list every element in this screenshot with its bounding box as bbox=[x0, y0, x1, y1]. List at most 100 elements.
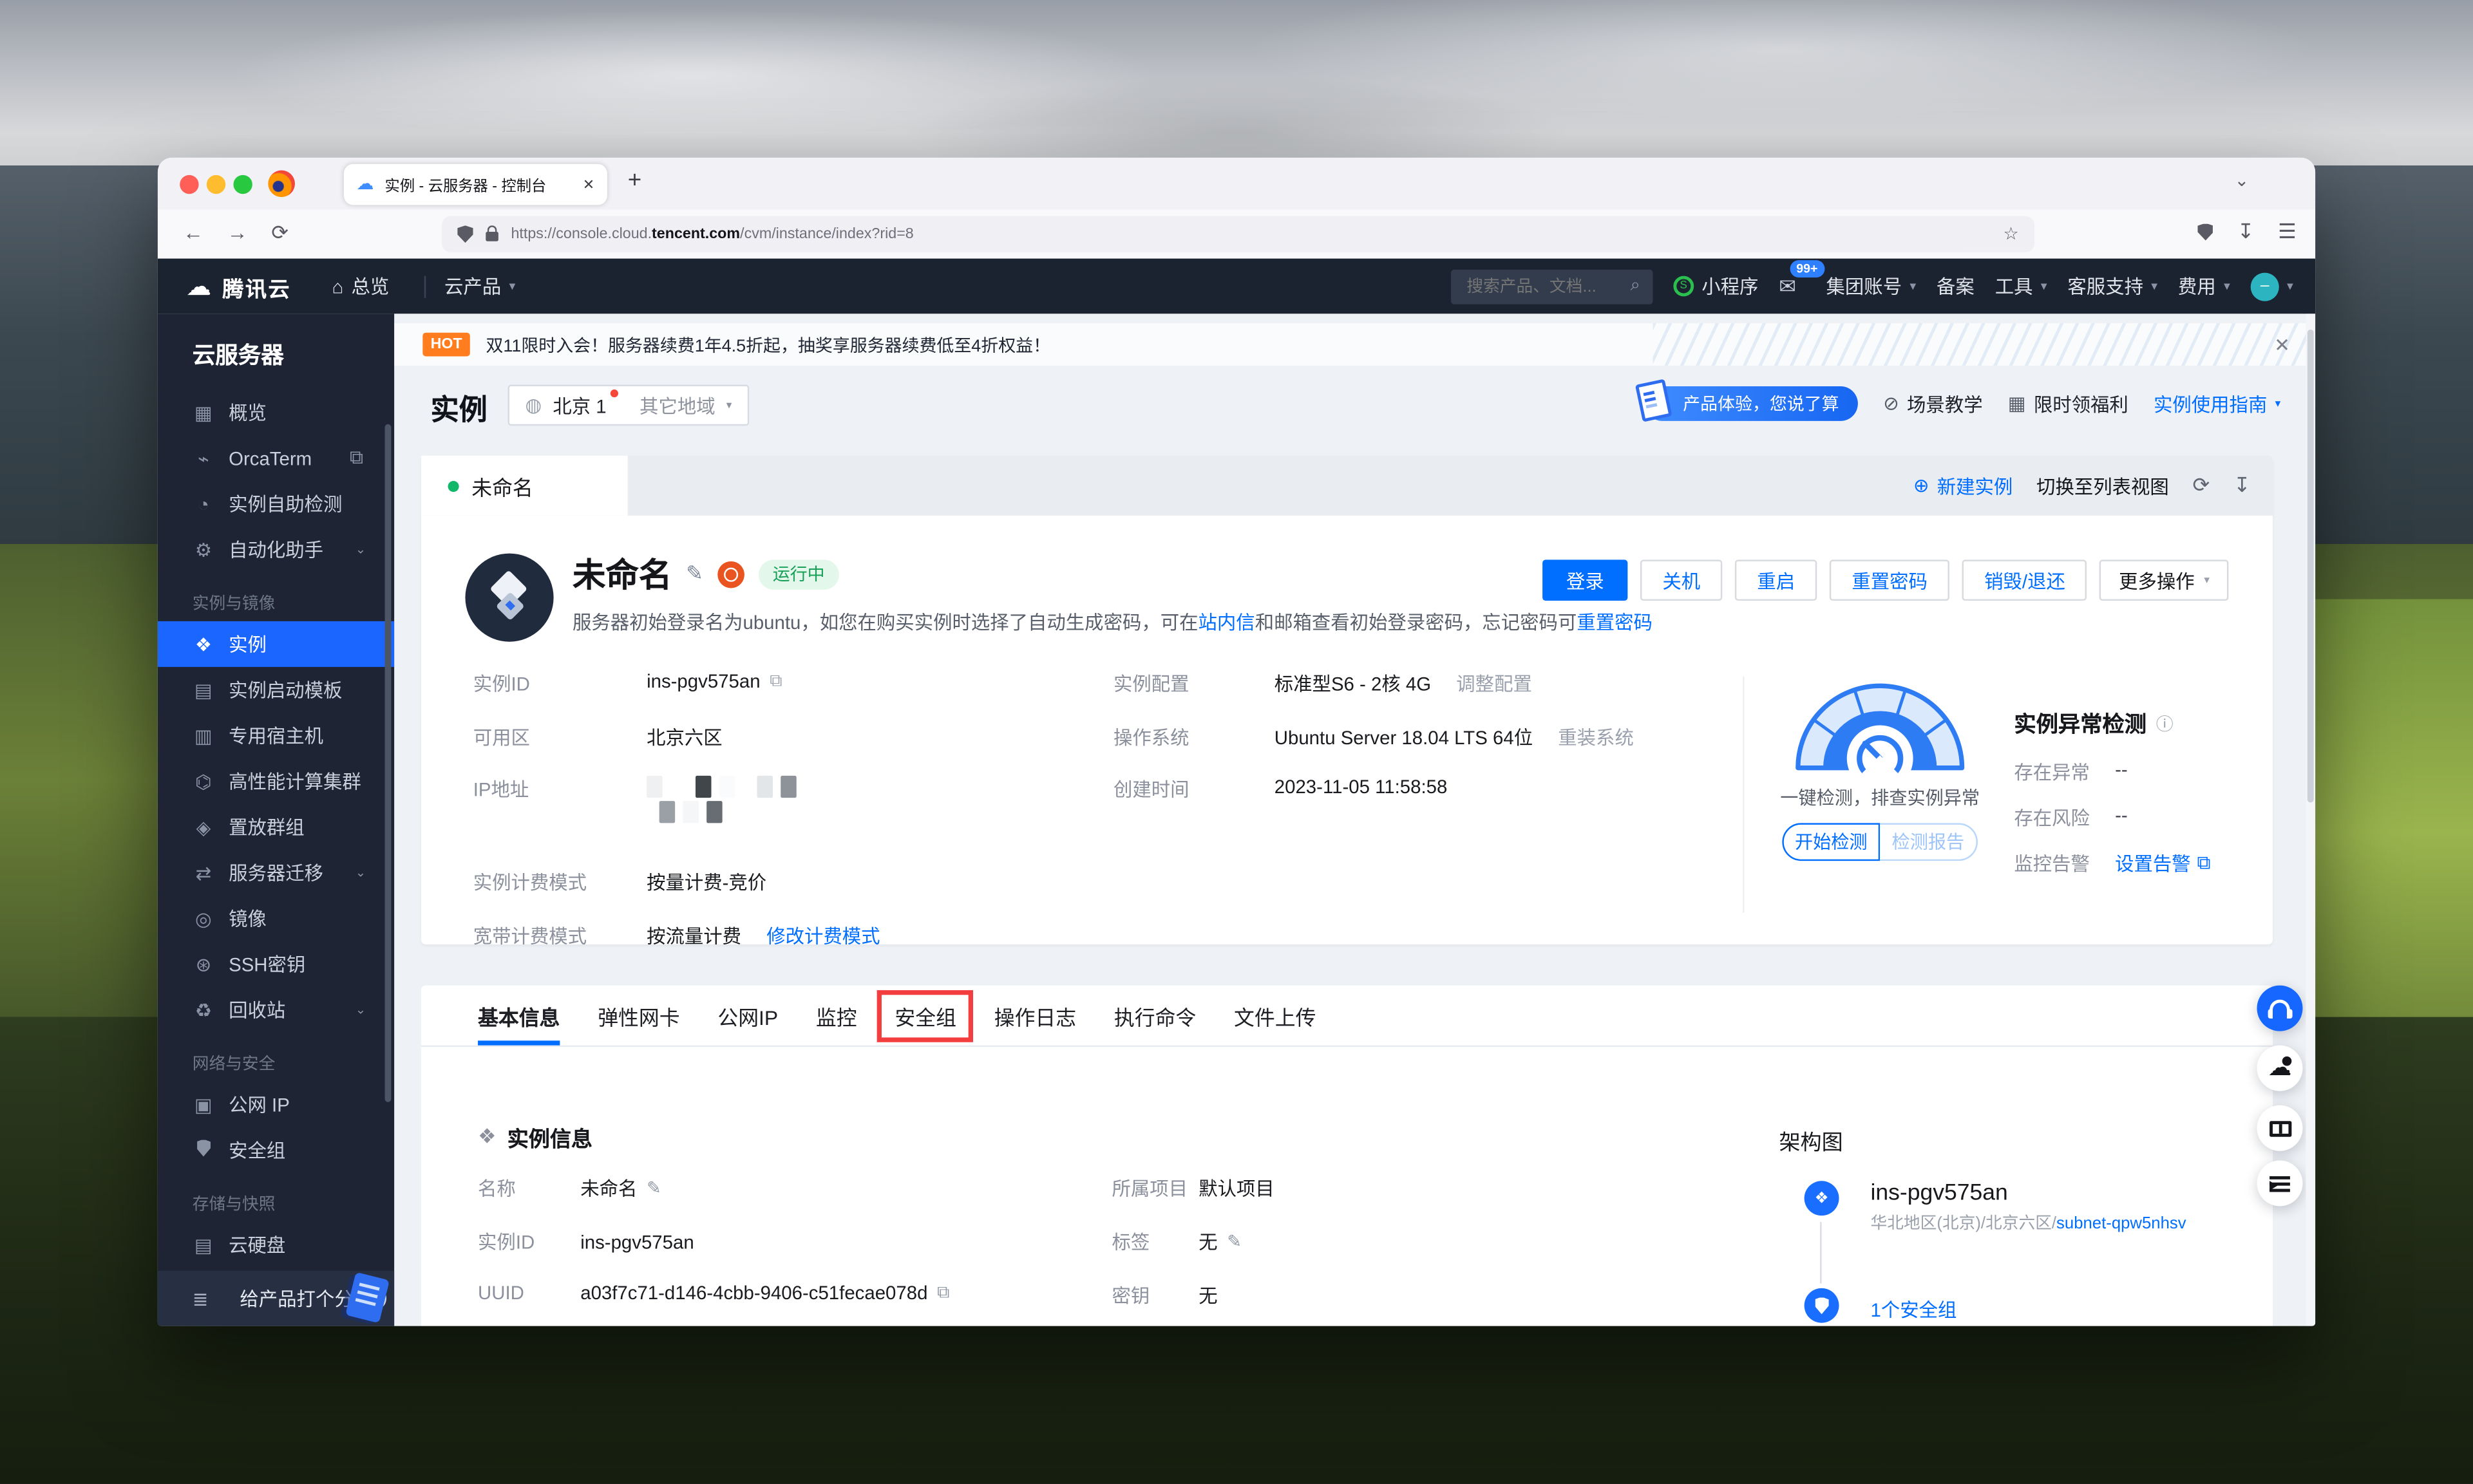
trash-icon: ♻ bbox=[193, 999, 214, 1020]
sidebar-item-cloud-disk[interactable]: ▤云硬盘 bbox=[158, 1222, 394, 1268]
feedback-pill-button[interactable]: 产品体验，您说了算 bbox=[1645, 386, 1858, 421]
reinstall-os-link[interactable]: 重装系统 bbox=[1558, 723, 1634, 750]
tab-monitoring[interactable]: 监控 bbox=[816, 986, 857, 1046]
more-actions-button[interactable]: 更多操作 ▾ bbox=[2100, 559, 2229, 601]
address-bar[interactable]: https://console.cloud.tencent.com/cvm/in… bbox=[442, 216, 2034, 252]
sidebar-item-orcaterm[interactable]: ⌁OrcaTerm ⧉ bbox=[158, 435, 394, 481]
sidebar-item-public-ip[interactable]: ▣公网 IP bbox=[158, 1082, 394, 1127]
reset-password-button[interactable]: 重置密码 bbox=[1830, 559, 1949, 601]
sidebar-item-hpc[interactable]: ⌬高性能计算集群 bbox=[158, 758, 394, 804]
new-instance-button[interactable]: ⊕ 新建实例 bbox=[1913, 472, 2013, 499]
tab-file-upload[interactable]: 文件上传 bbox=[1234, 986, 1316, 1046]
sidebar-item-ssh-key[interactable]: ⊛SSH密钥 bbox=[158, 941, 394, 987]
sidebar-footer[interactable]: ≣ 给产品打个分 › bbox=[158, 1271, 394, 1326]
sidebar-scrollbar[interactable] bbox=[385, 424, 392, 1102]
close-window-button[interactable] bbox=[180, 175, 198, 194]
edit-icon[interactable]: ✎ bbox=[647, 1178, 661, 1198]
security-group-count-link[interactable]: 1个安全组 bbox=[1870, 1296, 1957, 1323]
benefit-link[interactable]: ▦ 限时领福利 bbox=[2008, 390, 2128, 417]
instance-tab[interactable]: 未命名 bbox=[421, 456, 628, 516]
nav-icp[interactable]: 备案 bbox=[1937, 273, 1975, 300]
nav-support[interactable]: 客服支持▾ bbox=[2067, 273, 2157, 300]
sidebar-item-recycle-bin[interactable]: ♻回收站⌄ bbox=[158, 987, 394, 1033]
usage-guide-link[interactable]: 实例使用指南 ▾ bbox=[2154, 390, 2280, 417]
nav-products[interactable]: 云产品 ▾ bbox=[444, 273, 515, 300]
reload-button[interactable]: ⟳ bbox=[271, 221, 289, 246]
sidebar-item-placement-group[interactable]: ◈置放群组 bbox=[158, 804, 394, 850]
docs-fab[interactable] bbox=[2257, 1105, 2302, 1151]
downloads-icon[interactable]: ↧ bbox=[2237, 219, 2255, 244]
new-tab-button[interactable]: + bbox=[628, 167, 641, 194]
nav-billing[interactable]: 费用▾ bbox=[2178, 273, 2230, 300]
sidebar-item-instance[interactable]: ❖实例 bbox=[158, 621, 394, 667]
nav-overview[interactable]: ⌂ 总览 bbox=[332, 273, 390, 300]
message-center-link[interactable]: 站内信 bbox=[1199, 612, 1255, 634]
scene-tutorial-link[interactable]: ⊘ 场景教学 bbox=[1883, 390, 1982, 417]
support-fab[interactable] bbox=[2257, 986, 2302, 1031]
sidebar-item-assistant[interactable]: ⚙自动化助手⌄ bbox=[158, 527, 394, 572]
sidebar-item-overview[interactable]: ▦概览 bbox=[158, 390, 394, 435]
other-regions[interactable]: 其它地域 bbox=[640, 392, 715, 419]
ticket-list-fab[interactable] bbox=[2257, 1160, 2302, 1206]
close-tab-icon[interactable]: ✕ bbox=[583, 176, 594, 193]
adjust-config-link[interactable]: 调整配置 bbox=[1456, 670, 1532, 697]
restart-button[interactable]: 重启 bbox=[1735, 559, 1817, 601]
back-button[interactable]: ← bbox=[183, 221, 204, 245]
sidebar-item-dedicated-host[interactable]: ▥专用宿主机 bbox=[158, 713, 394, 758]
bookmark-star-icon[interactable]: ☆ bbox=[2004, 224, 2019, 245]
account-shield-icon[interactable] bbox=[2198, 223, 2213, 241]
download-icon[interactable]: ↧ bbox=[2233, 473, 2251, 498]
copy-icon[interactable]: ⧉ bbox=[937, 1282, 949, 1303]
start-detection-button[interactable]: 开始检测 bbox=[1782, 823, 1880, 861]
region-selector[interactable]: ◍ 北京 1 其它地域 ▾ bbox=[508, 385, 750, 426]
tab-run-commands[interactable]: 执行命令 bbox=[1114, 986, 1196, 1046]
rate-product-label[interactable]: 给产品打个分 bbox=[240, 1285, 353, 1312]
set-alarm-link[interactable]: 设置告警 ⧉ bbox=[2115, 850, 2210, 877]
list-all-tabs-icon[interactable]: ⌄ bbox=[2235, 170, 2250, 191]
subnet-link[interactable]: subnet-qpw5nhsv bbox=[2056, 1214, 2186, 1233]
info-fields-right: 所属项目 默认项目 标签 无✎ 密钥 无 bbox=[1112, 1174, 1274, 1326]
switch-list-view-button[interactable]: 切换至列表视图 bbox=[2036, 472, 2169, 499]
tracking-protection-icon[interactable] bbox=[457, 225, 473, 243]
tab-operation-logs[interactable]: 操作日志 bbox=[994, 986, 1076, 1046]
zoom-window-button[interactable] bbox=[233, 175, 252, 194]
reset-password-link[interactable]: 重置密码 bbox=[1577, 612, 1653, 634]
tencent-cloud-logo[interactable]: ☁ 腾讯云 bbox=[186, 270, 291, 302]
change-billing-link[interactable]: 修改计费模式 bbox=[766, 921, 880, 948]
shutdown-button[interactable]: 关机 bbox=[1640, 559, 1722, 601]
detection-report-button[interactable]: 检测报告 bbox=[1880, 823, 1978, 861]
nav-account[interactable]: – ▾ bbox=[2251, 272, 2293, 300]
edit-name-icon[interactable]: ✎ bbox=[686, 561, 703, 587]
minimize-window-button[interactable] bbox=[207, 175, 225, 194]
refresh-icon[interactable]: ⟳ bbox=[2193, 473, 2210, 498]
tab-basic-info[interactable]: 基本信息 bbox=[478, 986, 560, 1046]
sidebar-item-self-check[interactable]: ◔实例自助检测 bbox=[158, 481, 394, 527]
tab-eni[interactable]: 弹性网卡 bbox=[598, 986, 679, 1046]
sidebar-item-launch-template[interactable]: ▤实例启动模板 bbox=[158, 667, 394, 713]
lock-icon[interactable] bbox=[486, 232, 498, 241]
nav-messages[interactable]: ✉ 99+ bbox=[1779, 274, 1796, 299]
browser-tab[interactable]: ☁ 实例 - 云服务器 - 控制台 ✕ bbox=[344, 164, 607, 205]
page-scrollbar[interactable] bbox=[2306, 314, 2315, 1326]
nav-tools[interactable]: 工具▾ bbox=[1995, 273, 2047, 300]
tab-public-ip[interactable]: 公网IP bbox=[717, 986, 778, 1046]
cloud-alert-fab[interactable]: ☁ bbox=[2257, 1046, 2302, 1091]
menu-icon[interactable]: ☰ bbox=[2278, 219, 2297, 244]
sidebar-item-migration[interactable]: ⇄服务器迁移⌄ bbox=[158, 850, 394, 896]
search-input[interactable] bbox=[1463, 275, 1630, 297]
current-region[interactable]: 北京 1 bbox=[553, 392, 616, 419]
forward-button[interactable]: → bbox=[227, 221, 248, 245]
close-banner-icon[interactable]: ✕ bbox=[2274, 333, 2290, 355]
nav-mini-program[interactable]: S 小程序 bbox=[1673, 273, 1758, 300]
edit-icon[interactable]: ✎ bbox=[1227, 1232, 1242, 1252]
nav-group-account[interactable]: 集团账号▾ bbox=[1826, 273, 1917, 300]
sidebar-item-security-group[interactable]: 安全组 bbox=[158, 1127, 394, 1173]
sidebar-item-image[interactable]: ◎镜像 bbox=[158, 896, 394, 941]
collapse-sidebar-icon[interactable]: ≣ bbox=[193, 1288, 209, 1310]
console-search[interactable]: ⌕ bbox=[1451, 269, 1653, 304]
tab-security-group[interactable]: 安全组 bbox=[895, 986, 956, 1046]
terminate-button[interactable]: 销毁/退还 bbox=[1962, 559, 2087, 601]
info-icon[interactable]: ⓘ bbox=[2156, 711, 2174, 736]
copy-icon[interactable]: ⧉ bbox=[770, 671, 782, 691]
login-button[interactable]: 登录 bbox=[1542, 559, 1627, 601]
